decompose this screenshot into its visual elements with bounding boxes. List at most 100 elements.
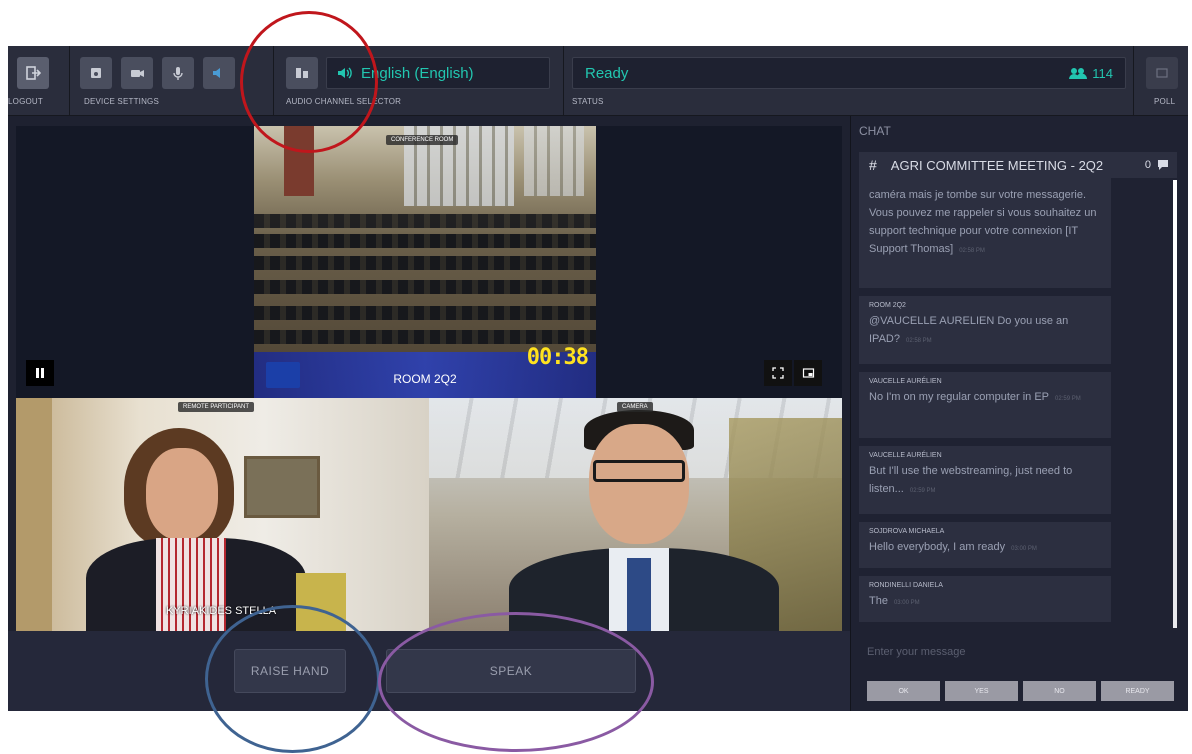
seat-row bbox=[254, 306, 596, 320]
speaker-controls: RAISE HAND SPEAK bbox=[8, 631, 850, 711]
audio-channel-value: English (English) bbox=[361, 64, 474, 82]
logout-label: LOGOUT bbox=[8, 97, 43, 106]
message-time: 03:00 PM bbox=[893, 600, 920, 606]
volume-icon bbox=[213, 68, 220, 78]
audio-channel-label: AUDIO CHANNEL SELECTOR bbox=[286, 97, 402, 106]
speak-button[interactable]: SPEAK bbox=[386, 649, 636, 693]
message-text: No I'm on my regular computer in EP bbox=[869, 391, 1050, 403]
users-icon bbox=[1069, 68, 1088, 79]
chat-message: ROOM 2Q2 @VAUCELLE AURELIEN Do you use a… bbox=[859, 296, 1111, 364]
message-time: 02:59 PM bbox=[1055, 396, 1081, 402]
microphone-settings-button[interactable] bbox=[162, 57, 194, 89]
chat-bubble-icon bbox=[1158, 160, 1168, 170]
poll-icon bbox=[1156, 68, 1168, 78]
message-text: caméra mais je tombe sur votre messageri… bbox=[869, 189, 1097, 255]
logout-group: LOGOUT bbox=[8, 46, 70, 116]
chat-message-input[interactable]: Enter your message bbox=[859, 634, 1177, 674]
message-text: But I'll use the webstreaming, just need… bbox=[869, 465, 1073, 495]
toolbar: LOGOUT DEVICE SETTINGS English (English)… bbox=[8, 46, 1188, 116]
remote-participant-name: KYRIAKIDES STELLA bbox=[166, 605, 277, 617]
wall-painting bbox=[244, 456, 320, 518]
seat-row bbox=[254, 214, 596, 228]
camera-feed: CAMERA bbox=[429, 398, 842, 631]
fullscreen-icon bbox=[772, 367, 784, 379]
message-time: 02:59 PM bbox=[909, 488, 936, 494]
speaking-timer: 00:38 bbox=[526, 345, 589, 370]
quick-reply-yes[interactable]: YES bbox=[945, 681, 1018, 701]
message-author: VAUCELLE AURÉLIEN bbox=[869, 378, 942, 385]
status-field: Ready 114 bbox=[572, 57, 1126, 89]
channel-list-icon bbox=[296, 68, 308, 78]
participant-face bbox=[146, 448, 218, 540]
logout-button[interactable] bbox=[17, 57, 49, 89]
poll-button[interactable] bbox=[1146, 57, 1178, 89]
conference-room-feed: CONFERENCE ROOM 00:38 ROOM 2Q2 bbox=[254, 126, 596, 398]
status-group: Ready 114 STATUS bbox=[564, 46, 1134, 116]
volume-settings-button[interactable] bbox=[203, 57, 235, 89]
room-window bbox=[524, 126, 584, 196]
speaker-settings-button[interactable] bbox=[80, 57, 112, 89]
chat-message: RONDINELLI DANIELA The 03:00 PM bbox=[859, 576, 1111, 622]
user-count-value: 114 bbox=[1092, 65, 1113, 81]
chat-panel: CHAT # AGRI COMMITTEE MEETING - 2Q2 0 ca… bbox=[850, 116, 1188, 711]
quick-reply-no[interactable]: NO bbox=[1023, 681, 1096, 701]
audio-channel-button[interactable] bbox=[286, 57, 318, 89]
chat-message: VAUCELLE AURÉLIEN No I'm on my regular c… bbox=[859, 372, 1111, 438]
participant-count[interactable]: 114 bbox=[1069, 66, 1113, 81]
chat-message: caméra mais je tombe sur votre messageri… bbox=[859, 178, 1111, 288]
chat-messages: caméra mais je tombe sur votre messageri… bbox=[859, 178, 1177, 630]
message-text: Hello everybody, I am ready bbox=[869, 541, 1006, 553]
status-value: Ready bbox=[585, 64, 629, 82]
hash-icon: # bbox=[869, 157, 877, 173]
audio-channel-group: English (English) AUDIO CHANNEL SELECTOR bbox=[274, 46, 564, 116]
message-time: 03:00 PM bbox=[1011, 546, 1037, 552]
chat-room-name: AGRI COMMITTEE MEETING - 2Q2 bbox=[890, 157, 1104, 173]
chat-scroll-thumb[interactable] bbox=[1173, 180, 1177, 520]
message-author: VAUCELLE AURÉLIEN bbox=[869, 452, 942, 459]
seat-row bbox=[254, 234, 596, 248]
camera-settings-button[interactable] bbox=[121, 57, 153, 89]
chat-room-header[interactable]: # AGRI COMMITTEE MEETING - 2Q2 0 bbox=[859, 152, 1177, 178]
camera-tag: CAMERA bbox=[617, 402, 653, 412]
picture-in-picture-icon bbox=[802, 368, 814, 378]
chat-scrollbar[interactable] bbox=[1173, 180, 1177, 628]
chat-message: VAUCELLE AURÉLIEN But I'll use the webst… bbox=[859, 446, 1111, 514]
quick-reply-ok[interactable]: OK bbox=[867, 681, 940, 701]
message-text: The bbox=[869, 595, 888, 607]
raise-hand-button[interactable]: RAISE HAND bbox=[234, 649, 346, 693]
device-settings-group: DEVICE SETTINGS bbox=[70, 46, 274, 116]
message-author: ROOM 2Q2 bbox=[869, 302, 906, 309]
status-label: STATUS bbox=[572, 97, 604, 106]
quick-reply-ready[interactable]: READY bbox=[1101, 681, 1174, 701]
seat-row bbox=[254, 280, 596, 294]
pause-button[interactable] bbox=[26, 360, 54, 386]
poll-label: POLL bbox=[1154, 97, 1176, 106]
pause-icon bbox=[36, 368, 44, 378]
chat-message: SOJDROVA MICHAELA Hello everybody, I am … bbox=[859, 522, 1111, 568]
microphone-icon bbox=[173, 67, 183, 80]
room-feed-tag: CONFERENCE ROOM bbox=[386, 135, 459, 145]
logout-icon bbox=[26, 66, 41, 80]
chat-unread-count: 0 bbox=[1144, 159, 1151, 171]
curtain bbox=[16, 398, 52, 631]
seat-row bbox=[254, 256, 596, 270]
remote-participant-feed: REMOTE PARTICIPANT KYRIAKIDES STELLA bbox=[16, 398, 429, 631]
camera-icon bbox=[131, 70, 144, 77]
participant-tie bbox=[627, 558, 651, 631]
device-settings-label: DEVICE SETTINGS bbox=[84, 97, 160, 106]
participant-face bbox=[589, 424, 689, 544]
speaker-box-icon bbox=[91, 68, 101, 78]
message-time: 02:58 PM bbox=[959, 248, 985, 254]
message-text: @VAUCELLE AURELIEN Do you use an IPAD? bbox=[869, 315, 1069, 345]
interpretation-app: LOGOUT DEVICE SETTINGS English (English)… bbox=[8, 46, 1188, 711]
participant-glasses bbox=[593, 460, 685, 482]
speaker-icon bbox=[338, 67, 352, 79]
participant-shirt bbox=[156, 538, 226, 631]
picture-in-picture-button[interactable] bbox=[794, 360, 822, 386]
room-panel bbox=[284, 126, 314, 196]
fullscreen-button[interactable] bbox=[764, 360, 792, 386]
chat-title: CHAT bbox=[859, 124, 891, 138]
audio-channel-select[interactable]: English (English) bbox=[326, 57, 550, 89]
message-author: SOJDROVA MICHAELA bbox=[869, 528, 945, 535]
message-time: 02:58 PM bbox=[905, 338, 932, 344]
